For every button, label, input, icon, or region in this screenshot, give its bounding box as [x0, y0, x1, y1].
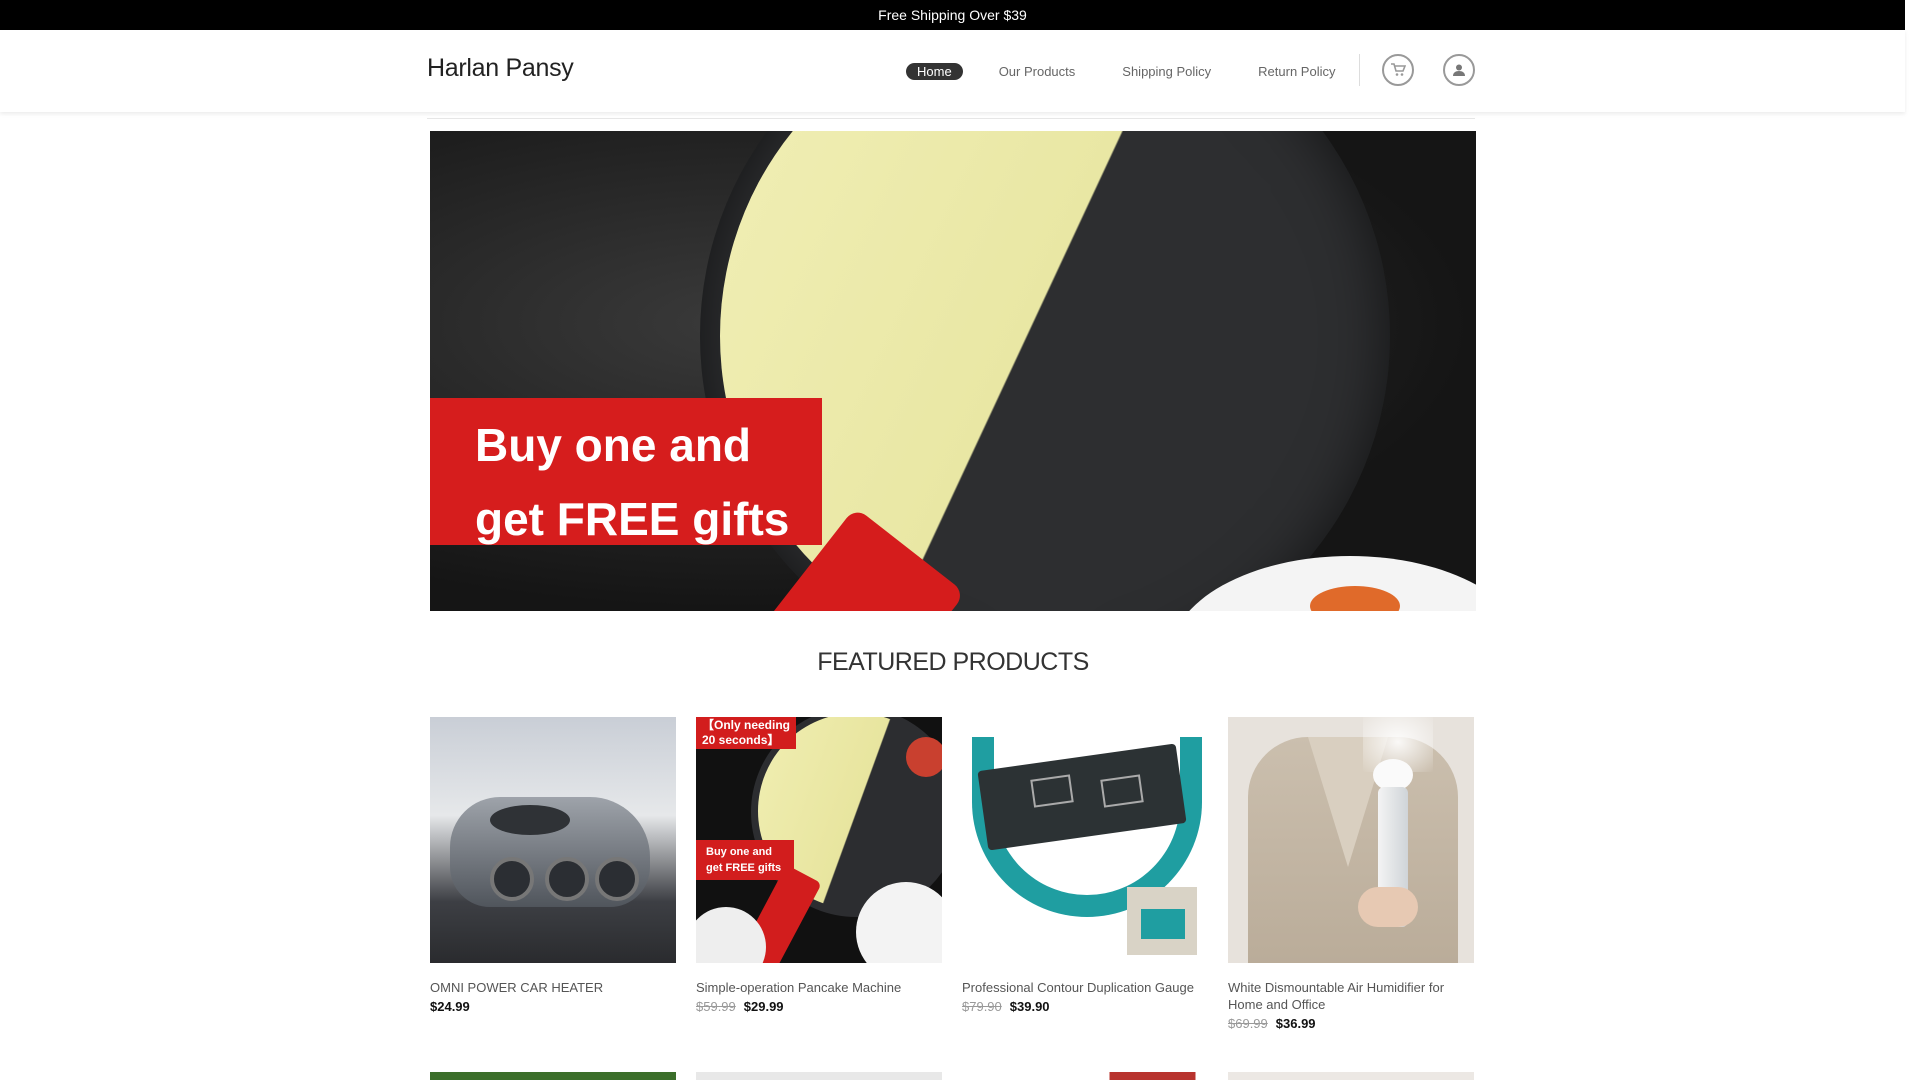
hero-promo-text: Buy one and get FREE gifts — [475, 408, 835, 556]
product-image[interactable] — [962, 1072, 1208, 1080]
product-card[interactable]: White Dismountable Air Humidifier for Ho… — [1228, 717, 1474, 1031]
product-sale-price: $24.99 — [430, 999, 470, 1014]
header-rule — [427, 118, 1475, 119]
cart-button[interactable] — [1382, 54, 1414, 86]
product-price: $59.99 $29.99 — [696, 999, 942, 1014]
hero-banner[interactable]: Buy one and get FREE gifts — [430, 131, 1476, 611]
product-card[interactable]: OMNI POWER CAR HEATER $24.99 — [430, 717, 676, 1031]
header-divider — [1359, 54, 1360, 86]
user-icon — [1453, 64, 1465, 76]
main-nav: Home Our Products Shipping Policy Return… — [906, 62, 1335, 80]
nav-our-products[interactable]: Our Products — [999, 64, 1076, 79]
product-image[interactable]: 【Only needing 20 seconds】 Buy one and ge… — [696, 717, 942, 963]
product-image[interactable] — [696, 1072, 942, 1080]
product-name[interactable]: OMNI POWER CAR HEATER — [430, 979, 676, 996]
product-original-price: $59.99 — [696, 999, 736, 1014]
product-image[interactable] — [1228, 717, 1474, 963]
product-name[interactable]: Professional Contour Duplication Gauge — [962, 979, 1208, 996]
product-original-price: $79.90 — [962, 999, 1002, 1014]
product-image[interactable] — [430, 717, 676, 963]
nav-home[interactable]: Home — [906, 62, 963, 80]
product-name[interactable]: White Dismountable Air Humidifier for Ho… — [1228, 979, 1474, 1013]
hero-promo-line2: get FREE gifts — [475, 493, 790, 545]
hero-promo-line1: Buy one and — [475, 419, 752, 471]
site-logo[interactable]: Harlan Pansy — [427, 54, 574, 83]
product-image-tag-bottom: Buy one and get FREE gifts — [696, 840, 794, 880]
product-image-tag-top: 【Only needing 20 seconds】 — [696, 717, 796, 749]
product-card[interactable]: 【Only needing 20 seconds】 Buy one and ge… — [696, 717, 942, 1031]
product-sale-price: $29.99 — [743, 999, 784, 1014]
product-grid: OMNI POWER CAR HEATER $24.99 【Only needi… — [430, 717, 1476, 1031]
nav-return-policy[interactable]: Return Policy — [1258, 64, 1335, 79]
product-price: $79.90 $39.90 — [962, 999, 1208, 1014]
product-grid-row-2 — [430, 1072, 1476, 1080]
product-price: $24.99 — [430, 999, 676, 1014]
product-image[interactable] — [430, 1072, 676, 1080]
product-sale-price: $39.90 — [1009, 999, 1050, 1014]
featured-products-title: FEATURED PRODUCTS — [817, 648, 1089, 676]
product-sale-price: $36.99 — [1275, 1016, 1316, 1031]
product-card[interactable]: Professional Contour Duplication Gauge $… — [962, 717, 1208, 1031]
free-shipping-bar: Free Shipping Over $39 — [0, 0, 1905, 30]
free-shipping-text: Free Shipping Over $39 — [878, 7, 1027, 23]
product-name[interactable]: Simple-operation Pancake Machine — [696, 979, 942, 996]
product-image[interactable] — [1228, 1072, 1474, 1080]
product-image[interactable] — [962, 717, 1208, 963]
site-header: Harlan Pansy Home Our Products Shipping … — [0, 30, 1905, 112]
account-button[interactable] — [1443, 54, 1475, 86]
cart-icon — [1391, 63, 1406, 76]
nav-shipping-policy[interactable]: Shipping Policy — [1122, 64, 1211, 79]
product-price: $69.99 $36.99 — [1228, 1016, 1474, 1031]
product-original-price: $69.99 — [1228, 1016, 1268, 1031]
